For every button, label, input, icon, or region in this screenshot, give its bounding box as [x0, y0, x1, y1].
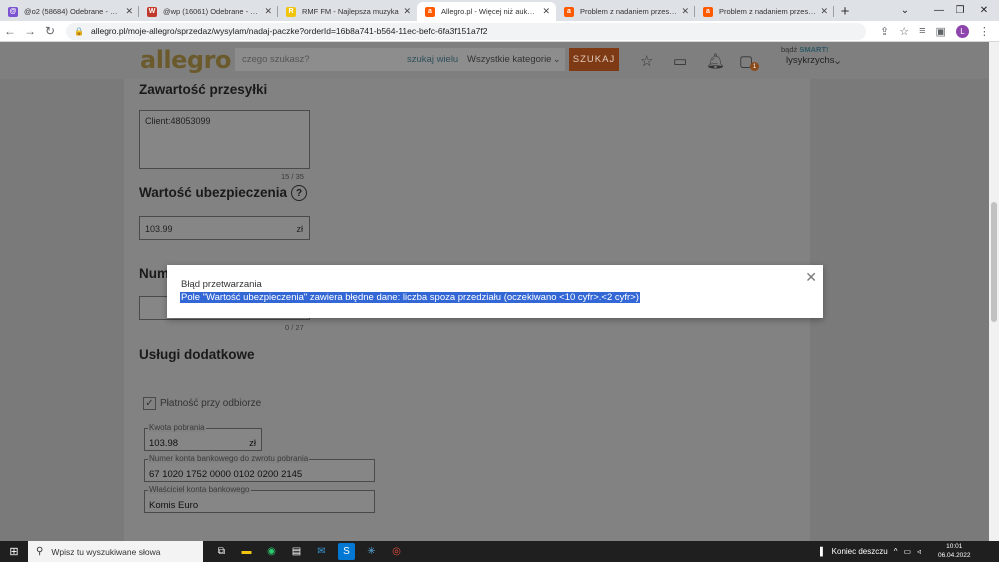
edge-icon[interactable]: ◉: [263, 543, 280, 560]
cod-checkbox[interactable]: ✓: [143, 397, 156, 410]
windows-start-icon[interactable]: ⊞: [0, 541, 28, 562]
new-tab-button[interactable]: +: [834, 2, 856, 21]
browser-tab[interactable]: R RMF FM - Najlepsza muzyka ✕: [278, 2, 417, 21]
chat-icon[interactable]: ▭: [673, 52, 687, 70]
file-explorer-icon[interactable]: ▬: [238, 543, 255, 560]
contents-heading: Zawartość przesyłki: [139, 82, 268, 97]
tab-strip: @ @o2 (58684) Odebrane - Poczta o2 ✕ W @wp (…: [0, 0, 999, 21]
reload-icon[interactable]: ↻: [40, 24, 60, 38]
url-text: allegro.pl/moje-allegro/sprzedaz/wysylam…: [90, 26, 488, 36]
contents-textarea[interactable]: Client:48053099: [139, 110, 310, 169]
search-button[interactable]: SZUKAJ: [569, 48, 619, 71]
tab-favicon-icon: R: [286, 6, 296, 17]
cod-label: Płatność przy odbiorze: [160, 398, 262, 409]
dialog-message[interactable]: Pole "Wartość ubezpieczenia" zawiera błę…: [180, 292, 640, 303]
store-icon[interactable]: ▤: [288, 543, 305, 560]
tab-title: @o2 (58684) Odebrane - Poczta o2: [24, 7, 121, 16]
media-icon[interactable]: ≡: [919, 25, 925, 37]
mail-icon[interactable]: ✉: [313, 543, 330, 560]
tab-close-icon[interactable]: ✕: [681, 6, 689, 17]
search-input[interactable]: czego szukasz? szukaj wielu Wszystkie ka…: [235, 48, 565, 71]
cod-amount-field[interactable]: Kwota pobrania 103.98 zł: [144, 423, 262, 451]
browser-toolbar: ← → ↻ 🔒 allegro.pl/moje-allegro/sprzedaz…: [0, 21, 999, 42]
volume-icon[interactable]: ◃: [917, 547, 921, 556]
star-icon[interactable]: ☆: [640, 52, 653, 70]
search-placeholder: czego szukasz?: [242, 54, 310, 65]
account-owner-field[interactable]: Właściciel konta bankowego Komis Euro: [144, 485, 375, 513]
close-icon[interactable]: ✕: [805, 269, 817, 286]
number-heading: Num: [139, 266, 169, 281]
address-bar[interactable]: 🔒 allegro.pl/moje-allegro/sprzedaz/wysyl…: [66, 22, 866, 40]
tab-favicon-icon: a: [703, 6, 713, 17]
system-tray: ▌ Koniec deszczu ^ ▭ ◃: [820, 541, 921, 562]
search-multi-link[interactable]: szukaj wielu: [407, 54, 458, 65]
allegro-logo[interactable]: allegro: [140, 46, 231, 74]
tab-title: @wp (16061) Odebrane - WP Poczta: [163, 7, 260, 16]
browser-tab[interactable]: a Allegro.pl - Więcej niż aukcje. Najle✕: [417, 2, 556, 21]
side-panel-icon[interactable]: ▣: [936, 25, 946, 38]
browser-tab[interactable]: a Problem z nadaniem przesyłki za p✕: [695, 2, 834, 21]
browser-tab[interactable]: a Problem z nadaniem przesyłki za p✕: [556, 2, 695, 21]
weather-text[interactable]: Koniec deszczu: [832, 547, 888, 556]
insurance-heading: Wartość ubezpieczenia?: [139, 185, 308, 202]
scrollbar-thumb[interactable]: [991, 202, 997, 322]
cart-count-badge: 1: [750, 62, 759, 71]
tab-title: Problem z nadaniem przesyłki za p: [719, 7, 817, 16]
browser-tab[interactable]: W @wp (16061) Odebrane - WP Poczta ✕: [139, 2, 278, 21]
tab-title: Allegro.pl - Więcej niż aukcje. Najle: [441, 7, 539, 16]
site-header: allegro czego szukasz? szukaj wielu Wszy…: [0, 42, 989, 79]
tab-close-icon[interactable]: ✕: [125, 6, 133, 17]
tab-favicon-icon: W: [147, 6, 157, 17]
menu-icon[interactable]: ⋮: [979, 25, 990, 38]
dialog-title: Błąd przetwarzania: [181, 279, 262, 290]
windows-taskbar: ⊞ ⚲ Wpisz tu wyszukiwane słowa ⧉ ▬ ◉ ▤ ✉…: [0, 541, 999, 562]
tab-title: RMF FM - Najlepsza muzyka: [302, 7, 399, 16]
user-menu-chevron-icon[interactable]: ⌄: [833, 54, 842, 67]
username[interactable]: lysykrzychs: [786, 55, 835, 66]
tab-close-icon[interactable]: ✕: [542, 6, 550, 17]
skype-icon[interactable]: S: [338, 543, 355, 560]
category-select[interactable]: Wszystkie kategorie: [467, 54, 551, 65]
extras-heading: Usługi dodatkowe: [139, 347, 255, 362]
bank-account-field[interactable]: Numer konta bankowego do zwrotu pobrania…: [144, 454, 375, 482]
taskbar-search-input[interactable]: ⚲ Wpisz tu wyszukiwane słowa: [28, 541, 203, 562]
insurance-input[interactable]: 103.99 zł: [139, 216, 310, 240]
profile-avatar[interactable]: L: [955, 24, 969, 38]
page-scrollbar[interactable]: [989, 42, 999, 541]
help-icon[interactable]: ?: [291, 185, 308, 202]
tray-up-icon[interactable]: ^: [894, 547, 898, 556]
share-icon[interactable]: ⇪: [880, 25, 889, 38]
back-icon[interactable]: ←: [0, 24, 20, 38]
tab-favicon-icon: a: [564, 6, 574, 17]
error-dialog: Błąd przetwarzania Pole "Wartość ubezpie…: [167, 265, 823, 318]
clock[interactable]: 10:01 06.04.2022: [938, 542, 971, 560]
tab-search-icon[interactable]: ⌄: [890, 0, 920, 21]
chrome-icon[interactable]: ◎: [388, 543, 405, 560]
forward-icon[interactable]: →: [20, 24, 40, 38]
tab-close-icon[interactable]: ✕: [820, 6, 828, 17]
close-window-button[interactable]: ✕: [969, 0, 999, 21]
tab-title: Problem z nadaniem przesyłki za p: [580, 7, 678, 16]
task-view-icon[interactable]: ⧉: [213, 543, 230, 560]
tab-close-icon[interactable]: ✕: [403, 6, 411, 17]
contents-counter: 15 / 35: [281, 172, 304, 181]
smart-promo[interactable]: bądź SMART!: [781, 45, 829, 54]
network-icon[interactable]: ▭: [903, 547, 911, 556]
snowflake-app-icon[interactable]: ✳: [363, 543, 380, 560]
search-icon: ⚲: [36, 546, 44, 557]
number-counter: 0 / 27: [285, 323, 304, 332]
chevron-down-icon[interactable]: ⌄: [553, 54, 561, 65]
tab-favicon-icon: a: [425, 6, 435, 17]
lock-icon[interactable]: 🔒: [74, 27, 84, 36]
tab-separator: [833, 6, 834, 17]
weather-icon[interactable]: ▌: [820, 547, 826, 556]
tab-close-icon[interactable]: ✕: [264, 6, 272, 17]
browser-tab[interactable]: @ @o2 (58684) Odebrane - Poczta o2 ✕: [0, 2, 139, 21]
bell-icon[interactable]: 🔔︎: [706, 52, 725, 70]
bookmark-star-icon[interactable]: ☆: [899, 25, 909, 38]
tab-favicon-icon: @: [8, 6, 18, 17]
